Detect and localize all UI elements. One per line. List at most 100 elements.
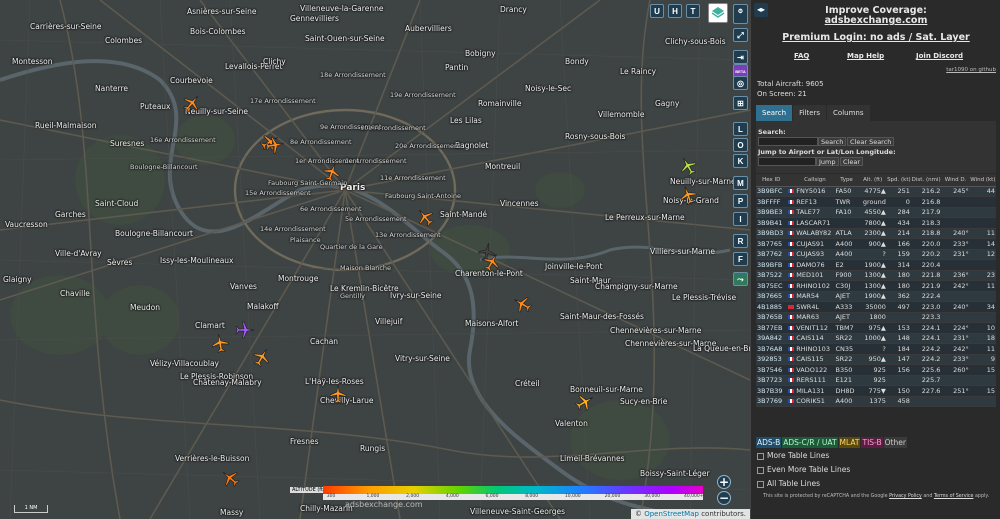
map-place-label: Glaigny [3,275,32,284]
column-header[interactable]: Callsign [795,174,835,187]
zoom-out-button[interactable]: − [717,491,731,505]
table-row[interactable]: 3B7B39 MILA131 DH8D 775▼ 150 227.6 251° 15 [756,385,996,397]
column-header[interactable]: Alt. (ft) [858,174,887,187]
search-button[interactable]: Search [818,137,847,146]
aircraft-marker[interactable] [263,133,286,156]
source-legend-item[interactable]: Other [883,437,907,448]
more-lines-checkbox[interactable] [757,452,764,460]
table-row[interactable]: 3B7522 MED101 F900 1300▲ 180 221.8 236° 23 [756,270,996,281]
source-legend-item[interactable]: ADS-C/R / UAT [782,437,838,448]
column-header[interactable]: Hex ID [756,174,787,187]
gear-icon: ⚙ [737,9,744,15]
source-legend-item[interactable]: MLAT [838,437,861,448]
table-row[interactable]: 3B7769 CORIK51 A400 1375 458 [756,396,996,407]
settings-button[interactable]: ⚙ [733,4,748,24]
altitude-tick-label: 30,000 [644,494,661,499]
more-table-lines-option[interactable]: More Table Lines [757,451,829,460]
column-header[interactable]: Type [834,174,859,187]
column-header[interactable]: Spd. (kt) [886,174,911,187]
search-input[interactable] [758,137,818,146]
rail-p-button[interactable]: P [733,194,748,208]
aircraft-marker[interactable] [208,331,231,354]
improve-coverage-link[interactable]: adsbexchange.com [751,15,1000,26]
table-row[interactable]: 4B1885 SWR4L A333 35000 497 223.0 240° 34 [756,301,996,313]
table-row[interactable]: 3B9BFB DAMO76 E2 1900▲ 314 220.4 [756,259,996,271]
altitude-cell: 1900▲ [858,259,887,271]
rail-i-button[interactable]: I [733,212,748,226]
aircraft-marker[interactable] [328,384,348,404]
rail-k-button[interactable]: K [733,154,748,168]
aircraft-marker[interactable] [235,320,255,340]
rail-o-button[interactable]: O [733,138,748,152]
column-header[interactable] [786,174,796,187]
clear-button[interactable]: Clear [840,157,863,166]
table-row[interactable]: 3B7765 CUJAS91 A400 900▲ 166 220.0 233° 14 [756,238,996,250]
rail-l-button[interactable]: L [733,122,748,136]
premium-login-link[interactable]: Premium Login: no ads / Sat. Layer [751,32,1000,43]
table-row[interactable]: 3B77EB VENIT112 TBM7 975▲ 153 224.1 224° 10 [756,322,996,334]
french-flag-icon [787,241,794,246]
table-row[interactable]: 3B75EC RHINO102 C30J 1300▲ 180 221.9 242° 11 [756,280,996,292]
layers-button[interactable] [708,3,728,23]
toggle-h-button[interactable]: H [668,4,682,18]
sitemap-button[interactable]: ⊞ [733,96,748,110]
center-button[interactable]: ◎ [733,76,748,90]
github-link[interactable]: tar1090 on github [946,67,996,73]
wind-direction-cell: 236° [941,270,970,281]
table-row[interactable]: 392853 CAIS115 SR22 950▲ 147 224.2 233° 9 [756,354,996,365]
join-discord-link[interactable]: Join Discord [916,52,963,60]
tab-search[interactable]: Search [756,105,793,121]
column-header[interactable]: Wind D. [941,174,970,187]
clear-search-button[interactable]: Clear Search [847,137,895,146]
all-lines-checkbox[interactable] [757,480,764,488]
flag-cell [786,217,796,229]
table-row[interactable]: 3BFFFF REF13 TWR ground 0 216.8 [756,196,996,208]
terms-link[interactable]: Terms of Service [934,494,974,499]
map-place-label: Cachan [310,337,339,346]
callsign-cell: FNY5016 [795,186,835,197]
distance-cell: 224.1 [910,322,942,334]
osm-link[interactable]: OpenStreetMap [644,510,699,518]
map-help-link[interactable]: Map Help [847,52,884,60]
table-row[interactable]: 3B9BE3 TALE77 FA10 4550▲ 284 217.9 [756,207,996,218]
table-row[interactable]: 3B76A8 RHINO103 CN35? 184 224.2 242° 11 [756,343,996,355]
tab-filters[interactable]: Filters [793,105,827,121]
tab-columns[interactable]: Columns [827,105,870,121]
rail-f-button[interactable]: F [733,252,748,266]
column-header[interactable]: Wind (kt) [969,174,996,187]
even-more-table-lines-option[interactable]: Even More Table Lines [757,465,850,474]
rail-r-button[interactable]: R [733,234,748,248]
table-row[interactable]: 3B9BFC FNY5016 FA50 4775▲ 251 216.2 245° 44 [756,186,996,197]
expand-button[interactable]: ⤢ [733,28,748,42]
table-row[interactable]: 3B7762 CUJAS93 A400? 159 220.2 231° 12 [756,249,996,260]
faq-link[interactable]: FAQ [794,52,809,60]
table-row[interactable]: 3B9B41 LASCAR71 7800▲ 434 218.3 [756,217,996,229]
distance-cell: 221.8 [910,270,942,281]
table-row[interactable]: 3B7546 VADO122 B350 925 156 225.6 260° 15 [756,364,996,376]
privacy-policy-link[interactable]: Privacy Policy [889,494,922,499]
zoom-in-button[interactable]: + [717,475,731,489]
map-place-label: Boulogne-Billancourt [130,163,198,171]
all-table-lines-option[interactable]: All Table Lines [757,479,820,488]
source-legend-item[interactable]: ADS-B [756,437,782,448]
column-header[interactable]: Dist. (nmi) [910,174,942,187]
even-more-lines-checkbox[interactable] [757,466,764,474]
source-legend-item[interactable]: TIS-B [861,437,883,448]
table-row[interactable]: 3B765B MAR63 AJET 1800 223.3 [756,312,996,323]
toggle-u-button[interactable]: U [650,4,664,18]
type-cell: TBM7 [834,322,859,334]
map-canvas[interactable]: Carrières-sur-Seine Asnières-sur-Seine Vil… [0,0,750,519]
export-button[interactable]: ⤳ [733,272,748,286]
table-row[interactable]: 3B9BD3 WALABY82 ATLA 2300▲ 214 218.8 240° 11 [756,228,996,239]
table-row[interactable]: 39A842 CAIS114 SR22 1000▲ 148 224.1 231° 18 [756,333,996,344]
toggle-t-button[interactable]: T [686,4,700,18]
speed-cell: 458 [886,396,911,407]
altitude-cell: 1000▲ [858,333,887,344]
table-row[interactable]: 3B7723 RERS111 E121 925 225.7 [756,375,996,386]
jump-button[interactable]: Jump [816,157,839,166]
map-place-label: Saint-Mandé [440,210,488,219]
login-button[interactable]: ⇥ [733,50,748,64]
jump-input[interactable] [758,157,816,166]
table-row[interactable]: 3B7665 MAR54 AJET 1900▲ 362 222.4 [756,291,996,302]
rail-m-button[interactable]: M [733,176,748,190]
